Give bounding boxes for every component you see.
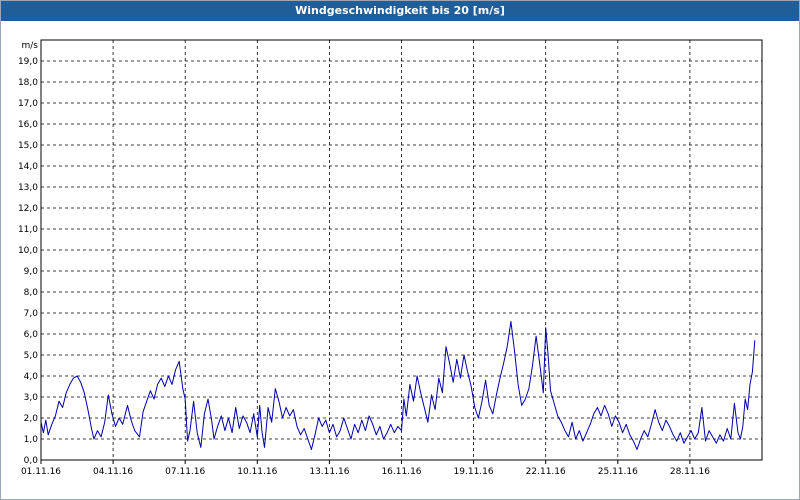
y-tick-label: 13,0	[18, 183, 38, 193]
y-tick-label: 8,0	[24, 288, 39, 298]
series-layer	[40, 320, 756, 450]
x-tick-label: 22.11.16	[526, 467, 566, 477]
y-tick-label: 5,0	[24, 351, 39, 361]
x-tick-label: 01.11.16	[21, 467, 61, 477]
y-tick-label: 3,0	[24, 393, 39, 403]
y-tick-label: 10,0	[18, 246, 38, 256]
y-tick-label: 1,0	[24, 435, 39, 445]
y-tick-label: 6,0	[24, 330, 39, 340]
wind-speed-series-line	[40, 320, 756, 450]
y-tick-label: 15,0	[18, 141, 38, 151]
x-tick-label: 07.11.16	[165, 467, 205, 477]
y-tick-label: 11,0	[18, 225, 38, 235]
x-tick-label: 28.11.16	[670, 467, 710, 477]
y-tick-label: 0,0	[24, 456, 39, 466]
y-tick-label: 12,0	[18, 204, 38, 214]
y-tick-label: 16,0	[18, 120, 38, 130]
y-tick-label: 18,0	[18, 78, 38, 88]
x-tick-label: 13.11.16	[309, 467, 349, 477]
y-tick-label: 17,0	[18, 99, 38, 109]
y-tick-label: 19,0	[18, 57, 38, 67]
chart-svg: 0,0 1,0 2,0 3,0 4,0 5,0 6,0 7,0 8,0 9,0 10,0 11,0 12…	[18, 39, 763, 477]
y-tick-label: 7,0	[24, 309, 39, 319]
x-tick-label: 10.11.16	[237, 467, 277, 477]
y-tick-label: 9,0	[24, 267, 39, 277]
chart-window: Windgeschwindigkeit bis 20 [m/s] 0,0 1,0 2…	[0, 0, 800, 500]
grid	[41, 40, 762, 460]
y-tick-label: 14,0	[18, 162, 38, 172]
x-tick-label: 16.11.16	[381, 467, 421, 477]
x-axis: 01.11.16 04.11.16 07.11.16 10.11.16 13.11.16…	[21, 460, 710, 477]
y-tick-label: 2,0	[24, 414, 39, 424]
y-axis: 0,0 1,0 2,0 3,0 4,0 5,0 6,0 7,0 8,0 9,0 10,0 11,0 12…	[18, 57, 38, 466]
x-tick-label: 19.11.16	[454, 467, 494, 477]
chart-title: Windgeschwindigkeit bis 20 [m/s]	[1, 1, 799, 21]
y-tick-label: 4,0	[24, 372, 39, 382]
x-tick-label: 25.11.16	[598, 467, 638, 477]
y-axis-label: m/s	[22, 41, 39, 51]
x-tick-label: 04.11.16	[93, 467, 133, 477]
